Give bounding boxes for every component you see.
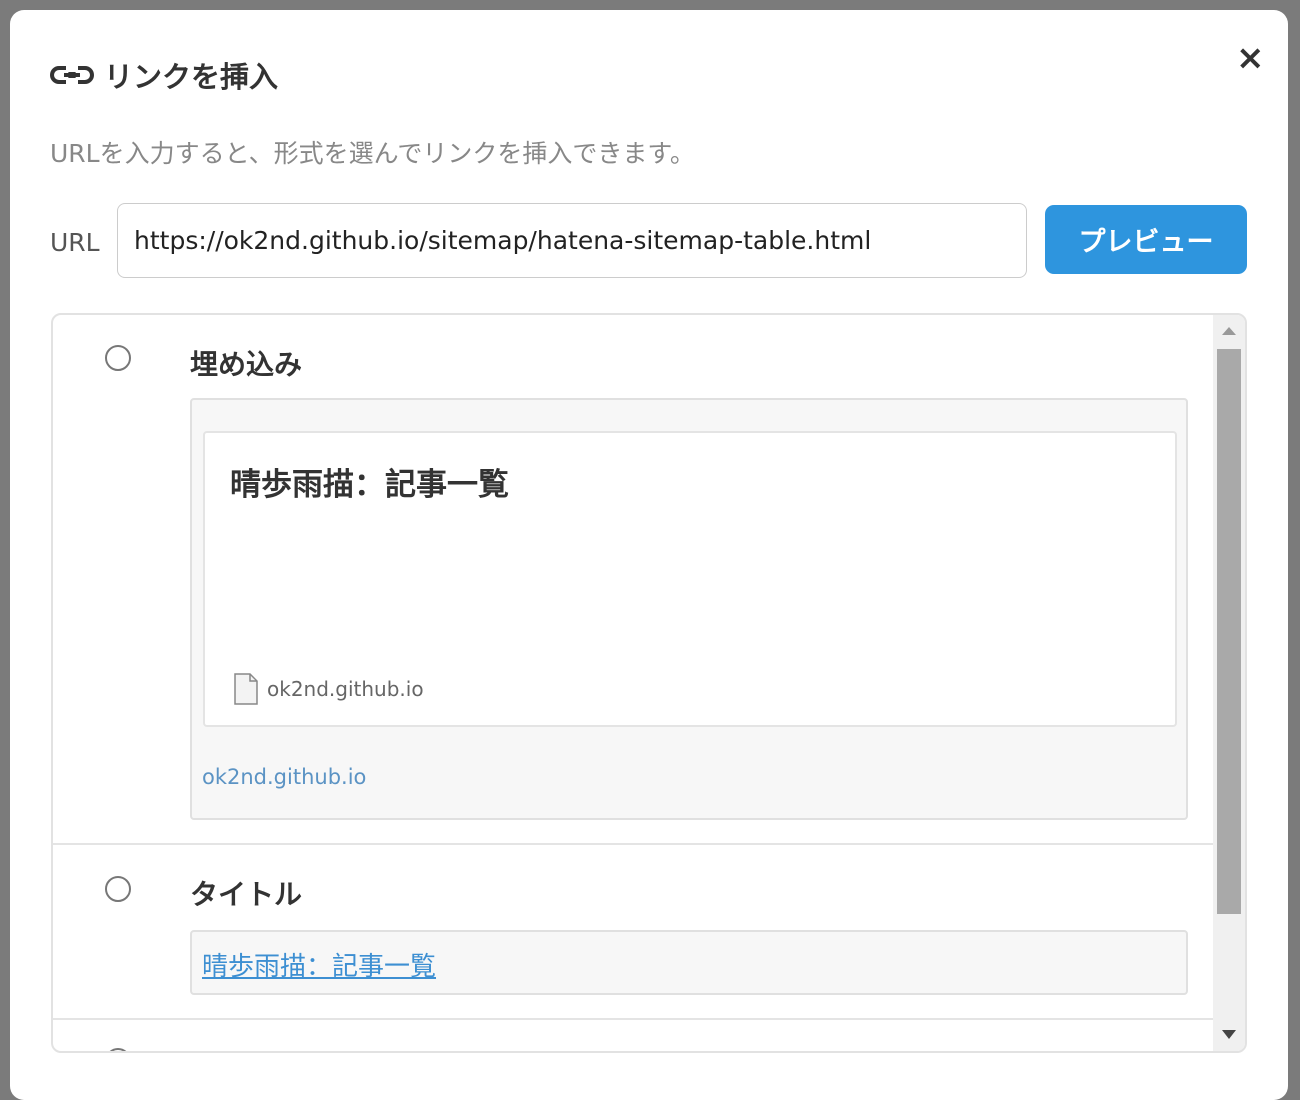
embed-card-title: 晴歩雨描：記事一覧	[230, 467, 509, 503]
link-format-options: 埋め込み 晴歩雨描：記事一覧 ok2nd.github.io ok2nd.git…	[51, 313, 1247, 1053]
title-link[interactable]: 晴歩雨描：記事一覧	[202, 946, 436, 983]
radio-title[interactable]	[105, 876, 131, 902]
link-icon	[50, 65, 94, 85]
file-icon	[234, 673, 258, 705]
close-button[interactable]: ×	[1236, 38, 1265, 78]
url-input[interactable]	[117, 203, 1027, 278]
scroll-up-icon[interactable]	[1222, 327, 1236, 335]
insert-link-dialog: × リンクを挿入 URLを入力すると、形式を選んでリンクを挿入できます。 URL…	[10, 10, 1288, 1100]
scrollbar[interactable]	[1213, 315, 1245, 1051]
option-label-embed: 埋め込み	[190, 348, 303, 381]
scroll-down-icon[interactable]	[1222, 1030, 1236, 1039]
radio-next-option[interactable]	[105, 1048, 131, 1051]
radio-embed[interactable]	[105, 345, 131, 371]
embed-card: 晴歩雨描：記事一覧 ok2nd.github.io	[203, 431, 1177, 727]
option-divider	[53, 1018, 1215, 1020]
embed-card-domain: ok2nd.github.io	[233, 673, 424, 705]
scrollbar-thumb[interactable]	[1217, 349, 1241, 914]
dialog-title-text: リンクを挿入	[104, 60, 279, 94]
option-divider	[53, 843, 1215, 845]
embed-card-domain-text: ok2nd.github.io	[267, 677, 424, 701]
title-preview: 晴歩雨描：記事一覧	[190, 930, 1188, 995]
option-label-title: タイトル	[190, 878, 303, 911]
url-label: URL	[50, 228, 100, 257]
embed-preview: 晴歩雨描：記事一覧 ok2nd.github.io ok2nd.github.i…	[190, 398, 1188, 820]
dialog-description: URLを入力すると、形式を選んでリンクを挿入できます。	[50, 139, 695, 168]
dialog-title: リンクを挿入	[50, 54, 278, 96]
embed-source-link[interactable]: ok2nd.github.io	[202, 765, 366, 789]
preview-button[interactable]: プレビュー	[1045, 205, 1247, 274]
